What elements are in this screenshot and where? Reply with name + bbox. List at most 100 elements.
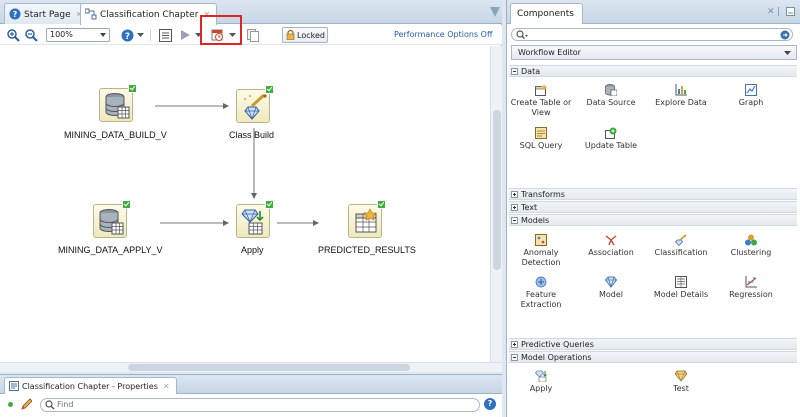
horizontal-scrollbar[interactable] [0,362,502,372]
node-predicted-results[interactable] [348,200,386,238]
palette-item-model[interactable]: Model [577,276,645,300]
node-mining-data-build[interactable] [99,84,137,123]
palette-item-label: Data Source [586,98,636,107]
data-source-icon [104,92,130,123]
workflow-canvas[interactable]: MINING_DATA_BUILD_V Class Build MINING_D… [0,46,490,362]
section-text[interactable]: Text [509,201,797,213]
section-predictive-queries[interactable]: Predictive Queries [509,338,797,350]
palette-item-regression[interactable]: Regression [717,276,785,300]
palette-item-association[interactable]: Association [577,234,645,258]
palette-item-apply[interactable]: Apply [507,370,575,394]
copy-icon[interactable] [246,27,260,43]
section-label: Model Operations [521,353,592,362]
tab-label: Start Page [24,10,71,20]
palette-item-create-table[interactable]: Create Table or View [507,84,575,118]
palette-item-feature-extraction[interactable]: Feature Extraction [507,276,575,310]
section-data[interactable]: Data [509,65,797,77]
expand-icon[interactable] [511,191,518,198]
divider-icon: | [777,7,781,17]
node-class-build[interactable] [236,85,274,123]
minimize-icon[interactable] [786,7,795,19]
node-mining-data-apply[interactable] [93,200,131,239]
svg-text:?: ? [124,32,129,42]
help-icon[interactable]: ? [120,27,134,43]
palette-item-classification[interactable]: Classification [647,234,715,258]
go-arrow-icon[interactable] [780,30,790,43]
palette-item-sql-query[interactable]: SQL Query [507,127,575,151]
data-source-icon [98,208,124,239]
palette-item-model-details[interactable]: Model Details [647,276,715,300]
components-search-input[interactable] [530,29,778,40]
palette-item-graph[interactable]: Graph [717,84,785,108]
tab-components[interactable]: Components [510,3,583,24]
palette-item-label: SQL Query [519,141,563,150]
palette-item-update-table[interactable]: Update Table [577,127,645,151]
regression-icon [745,276,757,288]
close-icon[interactable]: ✕ [767,7,775,17]
list-view-icon[interactable] [158,27,172,43]
section-label: Transforms [521,190,565,199]
lock-icon [286,29,295,42]
palette-item-label: Model Details [653,290,709,299]
palette-item-anomaly-detection[interactable]: Anomaly Detection [507,234,575,268]
zoom-value: 100% [50,30,73,39]
apply-icon [241,208,267,239]
tab-properties[interactable]: Classification Chapter - Properties ✕ [4,377,177,394]
palette-item-label: Association [588,248,634,257]
update-table-icon [605,127,617,139]
palette-item-label: Create Table or View [510,98,572,117]
close-icon[interactable]: ✕ [163,382,170,391]
palette-item-data-source[interactable]: Data Source [577,84,645,108]
palette-item-label: Apply [529,384,553,393]
zoom-out-icon[interactable] [24,27,38,43]
section-models[interactable]: Models [509,214,797,226]
collapse-icon[interactable] [511,68,518,75]
expand-icon[interactable] [511,204,518,211]
editor-toolbar: 100% ? Locked Performance Options Off [0,25,502,45]
help-icon[interactable]: ? [484,398,496,410]
scrollbar-thumb[interactable] [128,364,410,371]
scrollbar-thumb[interactable] [493,110,501,270]
properties-find-field[interactable] [40,398,480,412]
tab-list-dropdown-icon[interactable] [490,7,500,17]
section-label: Data [521,67,541,76]
chevron-down-icon[interactable] [136,27,144,43]
locked-label: Locked [297,31,325,40]
palette-item-test[interactable]: Test [647,370,715,394]
components-title: Components [517,9,574,19]
components-header: Components ✕ | [507,0,800,24]
locked-button[interactable]: Locked [282,27,328,43]
palette-item-explore-data[interactable]: Explore Data [647,84,715,108]
help-circle-icon: ? [9,8,21,20]
status-dot-icon [8,402,13,407]
run-icon[interactable] [178,27,192,43]
section-model-operations[interactable]: Model Operations [509,351,797,363]
search-icon [45,400,55,412]
palette-item-clustering[interactable]: Clustering [717,234,785,258]
performance-options-link[interactable]: Performance Options Off [394,30,492,39]
create-table-icon [535,84,547,96]
edit-pencil-icon[interactable] [20,398,33,414]
search-icon [516,30,528,43]
components-search-field[interactable] [511,28,793,41]
tab-classification-chapter[interactable]: Classification Chapter ✕ [80,3,218,25]
collapse-icon[interactable] [511,354,518,361]
tab-start-page[interactable]: ? Start Page ✕ [4,3,90,24]
section-transforms[interactable]: Transforms [509,188,797,200]
expand-icon[interactable] [511,341,518,348]
palette-item-label: Regression [729,290,773,299]
find-input[interactable] [57,400,471,409]
zoom-select[interactable]: 100% [46,28,110,42]
palette-item-label: Explore Data [655,98,707,107]
chevron-down-icon [784,51,791,55]
workflow-icon [84,8,97,20]
node-label: Apply [241,245,264,255]
vertical-scrollbar[interactable] [490,46,502,362]
graph-icon [745,84,757,96]
zoom-in-icon[interactable] [6,27,20,43]
collapse-icon[interactable] [511,217,518,224]
node-apply[interactable] [236,200,274,239]
status-check-icon [128,84,137,93]
palette-select[interactable]: Workflow Editor [511,45,797,60]
properties-tabbar: Classification Chapter - Properties ✕ [0,375,502,394]
